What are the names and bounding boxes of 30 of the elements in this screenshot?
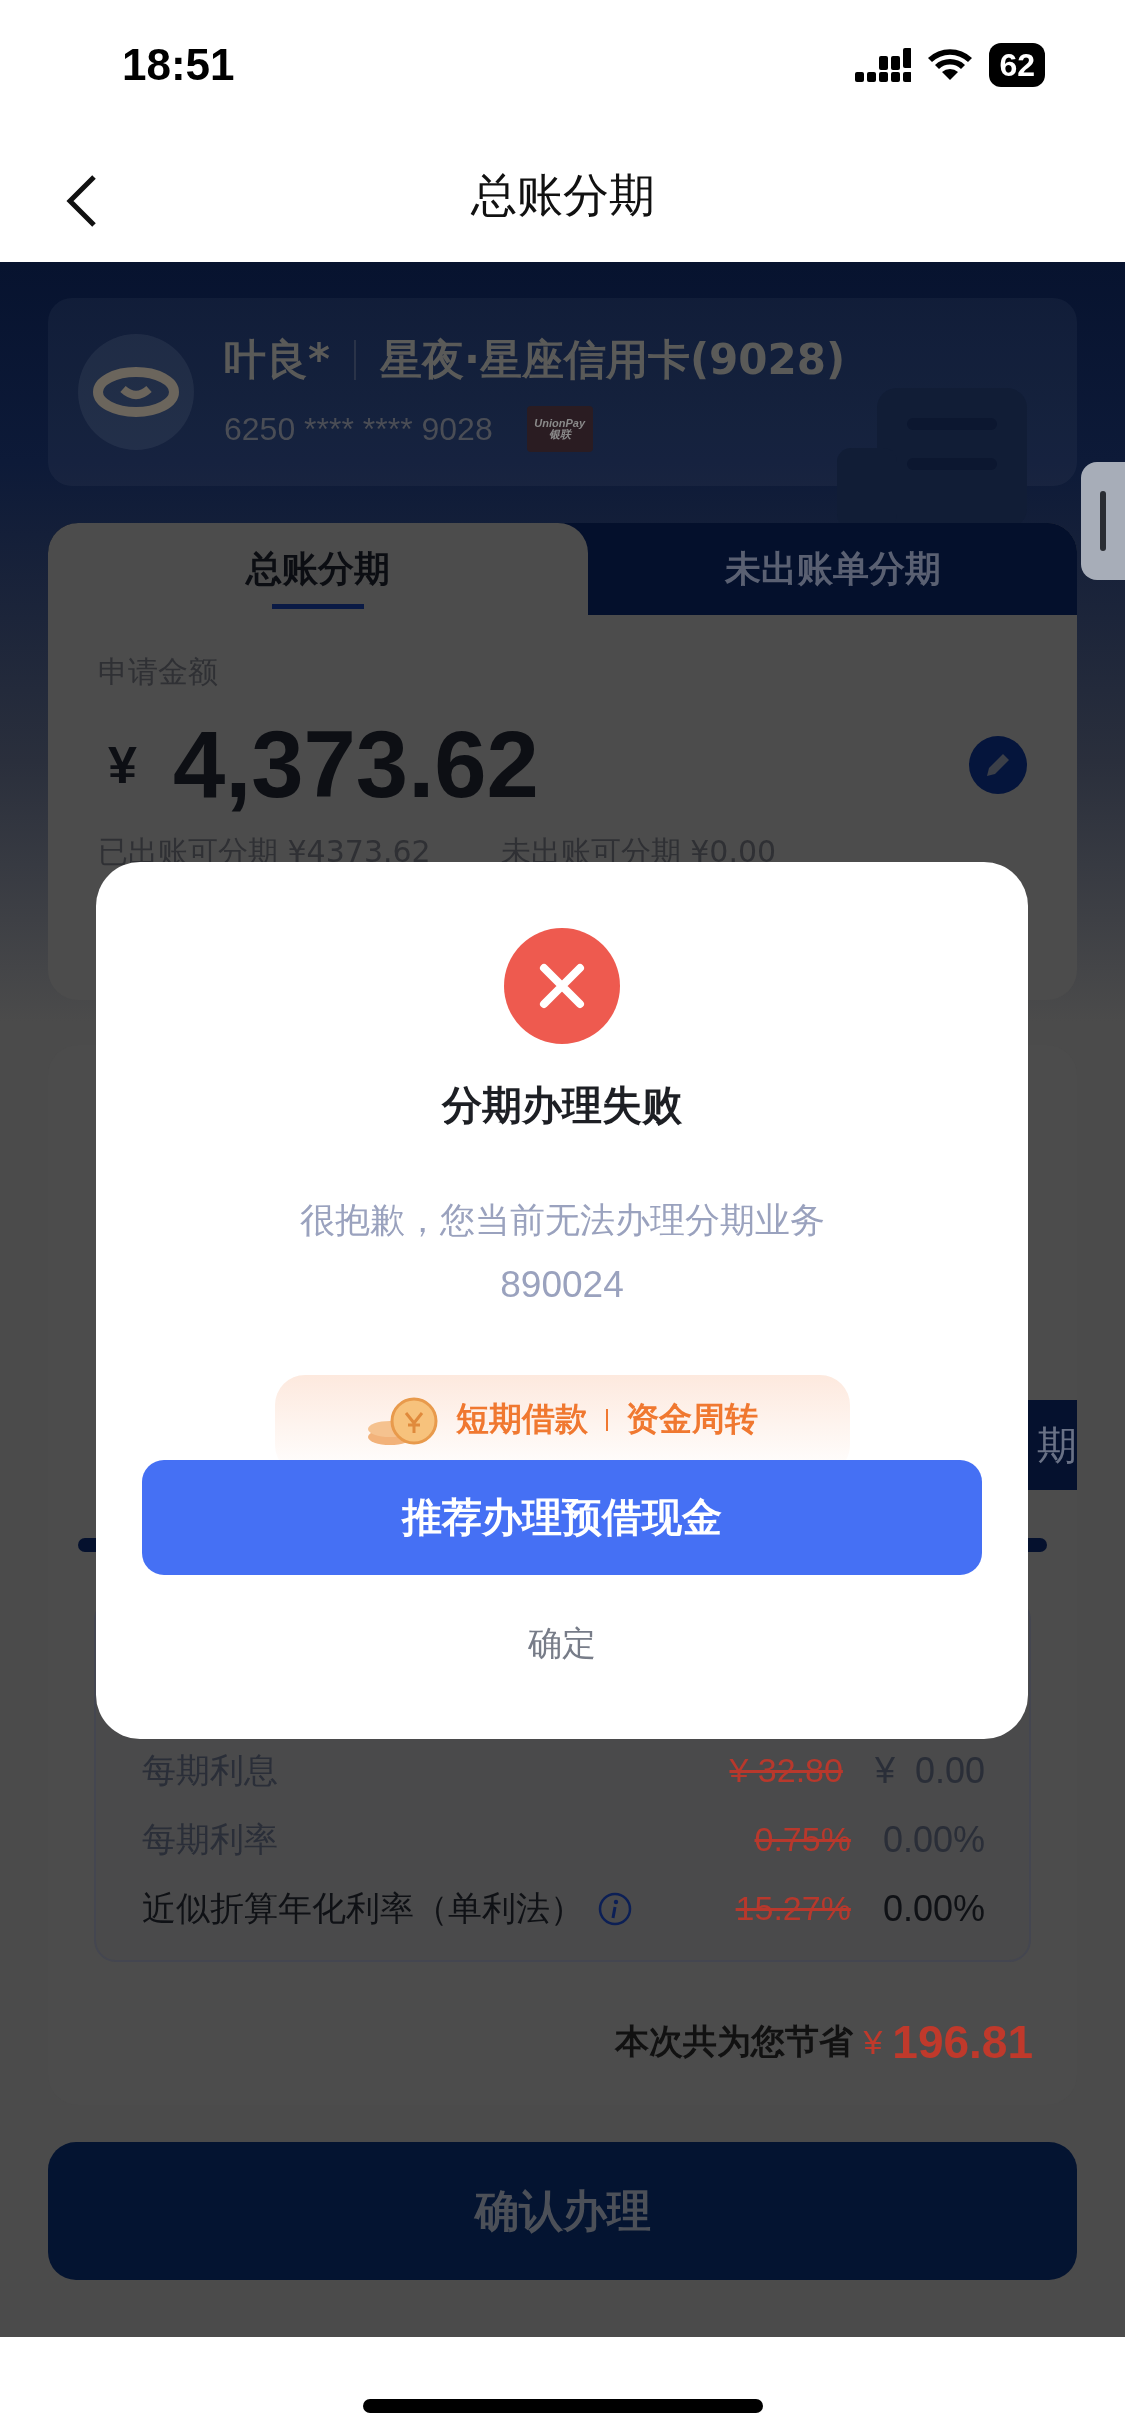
currency-symbol: ¥ bbox=[863, 2022, 883, 2062]
page-title: 总账分期 bbox=[470, 167, 655, 224]
confirm-button[interactable]: 确认办理 bbox=[48, 2142, 1077, 2280]
fee-value: 0.00% bbox=[882, 1887, 985, 1930]
wifi-icon bbox=[927, 48, 974, 82]
battery-icon: 62 bbox=[989, 43, 1045, 87]
error-icon bbox=[504, 928, 620, 1044]
back-icon[interactable] bbox=[66, 174, 98, 228]
ok-button[interactable]: 确定 bbox=[522, 1617, 602, 1669]
fee-label: 近似折算年化利率（单利法） bbox=[142, 1886, 584, 1930]
old-fee-value: ¥ 32.80 bbox=[729, 1751, 843, 1790]
old-fee-value: 0.75% bbox=[754, 1820, 851, 1859]
old-fee-value: 15.27% bbox=[735, 1889, 851, 1928]
dialog-message: 很抱歉，您当前无法办理分期业务 bbox=[299, 1199, 825, 1242]
promo-text: 短期借款 bbox=[456, 1398, 588, 1440]
card-holder: 叶良* bbox=[224, 334, 330, 386]
amount-value: 4,373.62 bbox=[172, 711, 540, 819]
savings-value: 196.81 bbox=[892, 2015, 1033, 2069]
status-time: 18:51 bbox=[122, 40, 235, 90]
side-handle[interactable] bbox=[1081, 462, 1125, 580]
cash-advance-button[interactable]: 推荐办理预借现金 bbox=[142, 1460, 982, 1575]
dialog-title: 分期办理失败 bbox=[442, 1081, 682, 1130]
signal-icon bbox=[855, 46, 912, 84]
currency-symbol: ¥ bbox=[107, 735, 137, 795]
savings-label: 本次共为您节省 bbox=[615, 2020, 854, 2063]
card-network-logo: UnionPay 银联 bbox=[526, 406, 593, 452]
promo-text: 资金周转 bbox=[626, 1398, 758, 1440]
error-code: 890024 bbox=[500, 1263, 624, 1307]
tab[interactable]: 总账分期 bbox=[48, 523, 588, 615]
card-name: 星夜·星座信用卡(9028) bbox=[379, 334, 846, 386]
